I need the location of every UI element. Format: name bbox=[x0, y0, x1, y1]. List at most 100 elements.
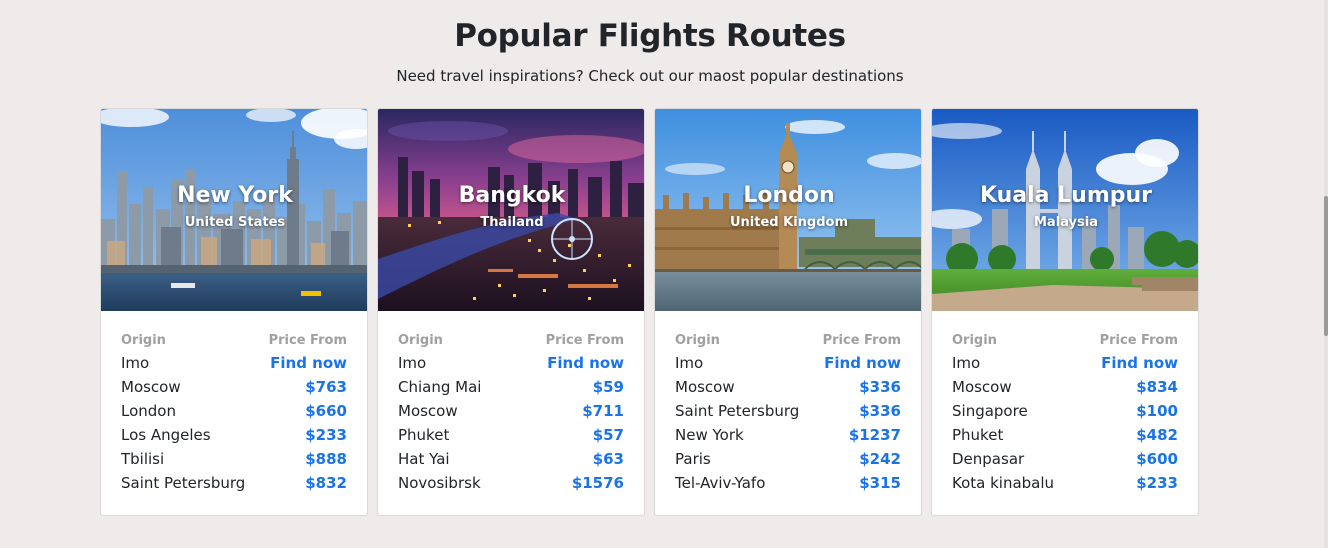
route-price-link[interactable]: $336 bbox=[859, 402, 901, 420]
route-origin: Novosibrsk bbox=[398, 474, 481, 492]
destination-city: New York bbox=[177, 183, 293, 208]
route-origin: Phuket bbox=[398, 426, 450, 444]
routes-header: Origin Price From bbox=[675, 333, 901, 354]
destination-country: Malaysia bbox=[1034, 215, 1098, 230]
price-column-header: Price From bbox=[268, 333, 347, 348]
route-origin: New York bbox=[675, 426, 744, 444]
routes-list: Origin Price From Imo Find now Chiang Ma… bbox=[378, 311, 644, 498]
route-origin: Denpasar bbox=[952, 450, 1025, 468]
section-subtitle: Need travel inspirations? Check out our … bbox=[396, 67, 904, 85]
route-origin: Moscow bbox=[398, 402, 458, 420]
route-origin: Chiang Mai bbox=[398, 378, 482, 396]
route-row: Moscow $763 bbox=[121, 378, 347, 402]
route-row: Los Angeles $233 bbox=[121, 426, 347, 450]
route-price-link[interactable]: $763 bbox=[305, 378, 347, 396]
route-origin: Moscow bbox=[675, 378, 735, 396]
find-now-link[interactable]: Find now bbox=[1101, 354, 1178, 372]
route-origin: Paris bbox=[675, 450, 711, 468]
route-price-link[interactable]: $315 bbox=[859, 474, 901, 492]
route-price-link[interactable]: $59 bbox=[593, 378, 624, 396]
new-york-skyline-photo bbox=[101, 109, 367, 311]
route-price-link[interactable]: $63 bbox=[593, 450, 624, 468]
find-now-link[interactable]: Find now bbox=[547, 354, 624, 372]
bangkok-night-photo bbox=[378, 109, 644, 311]
destination-image-bangkok[interactable]: Bangkok Thailand bbox=[378, 109, 644, 311]
route-row: Paris $242 bbox=[675, 450, 901, 474]
route-row: Tel-Aviv-Yafo $315 bbox=[675, 474, 901, 498]
route-price-link[interactable]: $711 bbox=[582, 402, 624, 420]
route-origin: Phuket bbox=[952, 426, 1004, 444]
route-row: Moscow $834 bbox=[952, 378, 1178, 402]
destination-city: Bangkok bbox=[458, 183, 566, 208]
route-row: Imo Find now bbox=[952, 354, 1178, 378]
kuala-lumpur-towers-photo bbox=[932, 109, 1198, 311]
london-parliament-photo bbox=[655, 109, 921, 311]
route-price-link[interactable]: $57 bbox=[593, 426, 624, 444]
destination-image-london[interactable]: London United Kingdom bbox=[655, 109, 921, 311]
route-row: Moscow $336 bbox=[675, 378, 901, 402]
route-origin: Moscow bbox=[952, 378, 1012, 396]
route-row: New York $1237 bbox=[675, 426, 901, 450]
routes-header: Origin Price From bbox=[398, 333, 624, 354]
route-card-kuala-lumpur: Kuala Lumpur Malaysia Origin Price From … bbox=[931, 108, 1199, 516]
route-card-new-york: New York United States Origin Price From… bbox=[100, 108, 368, 516]
route-row: London $660 bbox=[121, 402, 347, 426]
price-column-header: Price From bbox=[545, 333, 624, 348]
destination-country: Thailand bbox=[480, 215, 544, 230]
route-origin: Imo bbox=[952, 354, 981, 372]
route-origin: Hat Yai bbox=[398, 450, 450, 468]
route-price-link[interactable]: $600 bbox=[1136, 450, 1178, 468]
route-price-link[interactable]: $834 bbox=[1136, 378, 1178, 396]
find-now-link[interactable]: Find now bbox=[824, 354, 901, 372]
route-row: Singapore $100 bbox=[952, 402, 1178, 426]
route-price-link[interactable]: $832 bbox=[305, 474, 347, 492]
route-price-link[interactable]: $1237 bbox=[849, 426, 901, 444]
route-price-link[interactable]: $888 bbox=[305, 450, 347, 468]
route-row: Chiang Mai $59 bbox=[398, 378, 624, 402]
destination-image-new-york[interactable]: New York United States bbox=[101, 109, 367, 311]
section-title: Popular Flights Routes bbox=[454, 18, 846, 54]
price-column-header: Price From bbox=[822, 333, 901, 348]
route-card-london: London United Kingdom Origin Price From … bbox=[654, 108, 922, 516]
price-column-header: Price From bbox=[1099, 333, 1178, 348]
route-row: Tbilisi $888 bbox=[121, 450, 347, 474]
scrollbar-thumb[interactable] bbox=[1324, 196, 1328, 336]
routes-header: Origin Price From bbox=[121, 333, 347, 354]
routes-list: Origin Price From Imo Find now Moscow $7… bbox=[101, 311, 367, 498]
route-row: Novosibrsk $1576 bbox=[398, 474, 624, 498]
route-price-link[interactable]: $233 bbox=[305, 426, 347, 444]
route-origin: Imo bbox=[121, 354, 150, 372]
route-row: Moscow $711 bbox=[398, 402, 624, 426]
route-row: Phuket $57 bbox=[398, 426, 624, 450]
route-price-link[interactable]: $1576 bbox=[572, 474, 624, 492]
destination-image-kuala-lumpur[interactable]: Kuala Lumpur Malaysia bbox=[932, 109, 1198, 311]
scrollbar-track[interactable] bbox=[1324, 0, 1328, 548]
route-price-link[interactable]: $336 bbox=[859, 378, 901, 396]
route-price-link[interactable]: $660 bbox=[305, 402, 347, 420]
route-price-link[interactable]: $100 bbox=[1136, 402, 1178, 420]
route-price-link[interactable]: $233 bbox=[1136, 474, 1178, 492]
route-price-link[interactable]: $242 bbox=[859, 450, 901, 468]
destination-city: Kuala Lumpur bbox=[979, 183, 1153, 208]
route-row: Kota kinabalu $233 bbox=[952, 474, 1178, 498]
route-origin: Imo bbox=[675, 354, 704, 372]
route-price-link[interactable]: $482 bbox=[1136, 426, 1178, 444]
origin-column-header: Origin bbox=[952, 333, 997, 348]
routes-list: Origin Price From Imo Find now Moscow $3… bbox=[655, 311, 921, 498]
routes-list: Origin Price From Imo Find now Moscow $8… bbox=[932, 311, 1198, 498]
route-row: Saint Petersburg $832 bbox=[121, 474, 347, 498]
origin-column-header: Origin bbox=[121, 333, 166, 348]
route-origin: Los Angeles bbox=[121, 426, 211, 444]
route-row: Saint Petersburg $336 bbox=[675, 402, 901, 426]
routes-header: Origin Price From bbox=[952, 333, 1178, 354]
origin-column-header: Origin bbox=[398, 333, 443, 348]
route-row: Imo Find now bbox=[398, 354, 624, 378]
route-row: Imo Find now bbox=[121, 354, 347, 378]
destination-country: United States bbox=[184, 215, 286, 230]
route-origin: Moscow bbox=[121, 378, 181, 396]
route-row: Imo Find now bbox=[675, 354, 901, 378]
route-origin: Tel-Aviv-Yafo bbox=[675, 474, 766, 492]
route-origin: Saint Petersburg bbox=[121, 474, 246, 492]
find-now-link[interactable]: Find now bbox=[270, 354, 347, 372]
route-origin: Saint Petersburg bbox=[675, 402, 800, 420]
